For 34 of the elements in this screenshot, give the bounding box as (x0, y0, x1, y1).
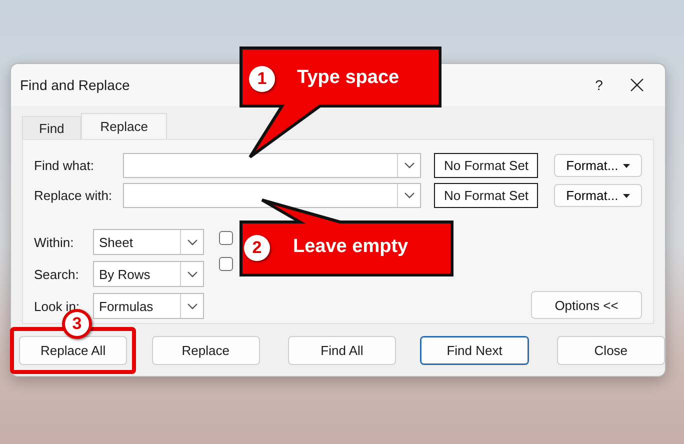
format-status: No Format Set (434, 183, 538, 208)
checkbox[interactable] (219, 257, 233, 271)
caret-icon[interactable] (623, 194, 630, 198)
format-status: No Format Set (434, 153, 538, 178)
chevron-down-icon[interactable] (186, 238, 198, 246)
tab[interactable]: Replace (81, 113, 167, 139)
dialog-button[interactable]: Find Next (420, 336, 529, 365)
combo-box[interactable]: Formulas (93, 293, 204, 319)
field-label: Replace with: (34, 188, 114, 203)
input-field[interactable] (123, 153, 422, 178)
chevron-down-icon[interactable] (404, 162, 415, 169)
format-button[interactable]: Format... (554, 154, 642, 177)
help-button[interactable]: ? (579, 77, 619, 93)
callout-text: Type space (297, 67, 400, 89)
tab[interactable]: Find (22, 116, 82, 139)
checkbox[interactable] (219, 231, 233, 245)
dropdown-label: Within: (34, 234, 75, 250)
field-label: Find what: (34, 158, 95, 173)
combo-box[interactable]: Sheet (93, 229, 204, 255)
chevron-down-icon[interactable] (186, 302, 198, 310)
options-button[interactable]: Options << (531, 291, 642, 319)
format-button[interactable]: Format... (554, 184, 642, 207)
dialog-button[interactable]: Find All (288, 336, 396, 365)
input-field[interactable] (123, 183, 422, 208)
combo-box[interactable]: By Rows (93, 261, 204, 287)
chevron-down-icon[interactable] (186, 270, 198, 278)
chevron-down-icon[interactable] (404, 192, 415, 199)
callout-text: Leave empty (293, 236, 408, 258)
window-title: Find and Replace (20, 77, 130, 93)
dialog-button[interactable]: Replace All (19, 336, 128, 365)
dialog-button[interactable]: Replace (152, 336, 260, 365)
dialog-button[interactable]: Close (556, 336, 665, 365)
caret-icon[interactable] (623, 164, 630, 168)
dropdown-label: Search: (34, 266, 80, 282)
